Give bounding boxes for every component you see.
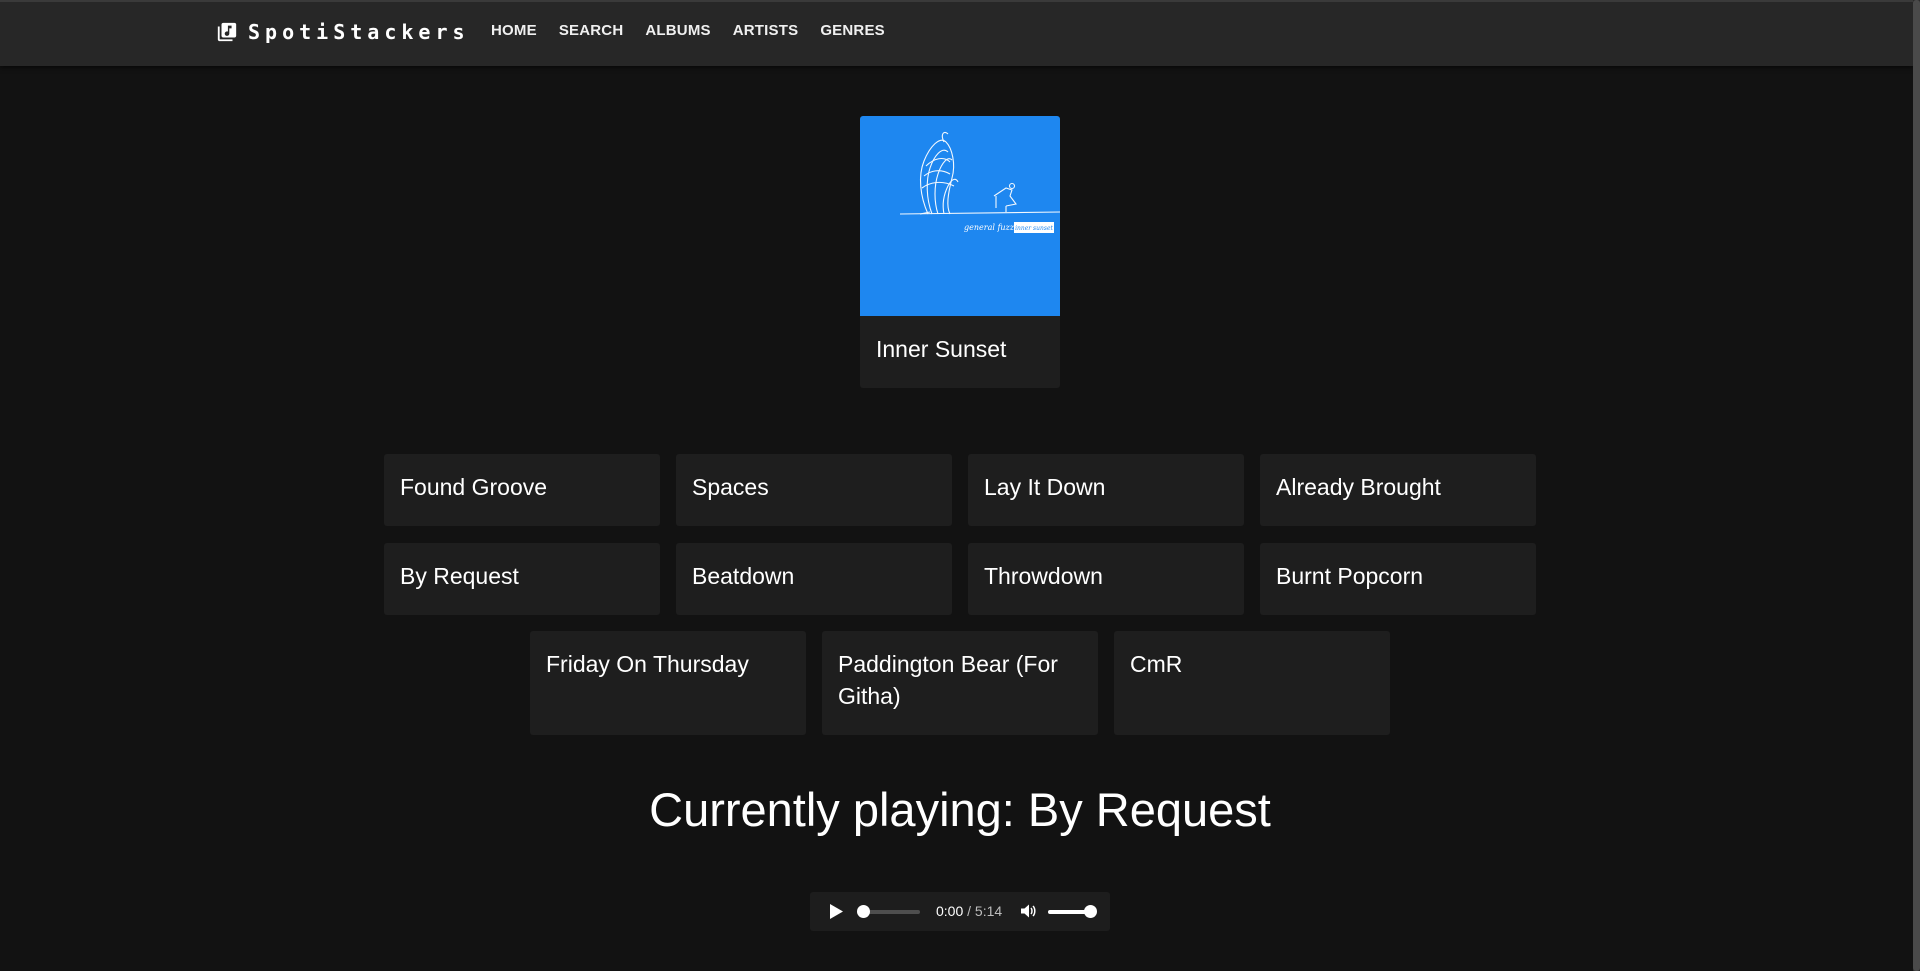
brand-name: SpotiStackers	[248, 20, 470, 44]
album-title: Inner Sunset	[876, 336, 1007, 362]
time-separator: /	[967, 903, 972, 919]
track-card[interactable]: Lay It Down	[968, 454, 1244, 526]
current-time: 0:00	[936, 903, 964, 919]
track-title: Throwdown	[984, 563, 1103, 589]
nav-albums[interactable]: ALBUMS	[645, 22, 710, 39]
track-card[interactable]: CmR	[1114, 631, 1390, 735]
nav-genres[interactable]: GENRES	[820, 22, 885, 39]
cover-title-text: inner sunset	[1015, 225, 1053, 232]
track-title: Found Groove	[400, 474, 548, 500]
track-card[interactable]: Already Brought	[1260, 454, 1536, 526]
track-title: By Request	[400, 563, 519, 589]
brand-logo[interactable]: SpotiStackers	[216, 20, 470, 44]
track-title: Spaces	[692, 474, 769, 500]
track-title: Burnt Popcorn	[1276, 563, 1424, 589]
track-card[interactable]: Found Groove	[384, 454, 660, 526]
track-title: CmR	[1130, 651, 1183, 677]
page: SpotiStackers HOME SEARCH ALBUMS ARTISTS…	[0, 0, 1920, 971]
track-title: Beatdown	[692, 563, 795, 589]
album-cover-art: general fuzz inner sunset	[860, 116, 1060, 316]
track-card[interactable]: Throwdown	[968, 543, 1244, 615]
time-display: 0:00 / 5:14	[936, 903, 1002, 919]
track-card[interactable]: Spaces	[676, 454, 952, 526]
track-card[interactable]: Paddington Bear (For Githa)	[822, 631, 1098, 735]
nav-search[interactable]: SEARCH	[559, 22, 624, 39]
album-cover-illustration: general fuzz inner sunset	[899, 131, 1060, 233]
main-nav: HOME SEARCH ALBUMS ARTISTS GENRES	[480, 22, 896, 39]
nav-home[interactable]: HOME	[491, 22, 537, 39]
scrollbar-thumb[interactable]	[1913, 0, 1920, 971]
cover-artist-text: general fuzz	[964, 223, 1015, 232]
album-card[interactable]: general fuzz inner sunset Inner Sunset	[860, 116, 1060, 388]
volume-icon[interactable]	[1019, 902, 1037, 920]
music-library-icon	[217, 22, 237, 42]
seek-handle[interactable]	[857, 905, 870, 918]
duration-time: 5:14	[974, 903, 1003, 919]
top-navbar: SpotiStackers HOME SEARCH ALBUMS ARTISTS…	[0, 0, 1913, 66]
track-card[interactable]: Beatdown	[676, 543, 952, 615]
track-card[interactable]: Friday On Thursday	[530, 631, 806, 735]
volume-handle[interactable]	[1084, 905, 1097, 918]
track-card[interactable]: By Request	[384, 543, 660, 615]
nav-artists[interactable]: ARTISTS	[733, 22, 799, 39]
track-title: Friday On Thursday	[546, 651, 749, 677]
play-icon[interactable]	[828, 903, 844, 920]
track-title: Lay It Down	[984, 474, 1106, 500]
track-title: Already Brought	[1276, 474, 1441, 500]
track-card[interactable]: Burnt Popcorn	[1260, 543, 1536, 615]
now-playing-heading: Currently playing: By Request	[649, 783, 1271, 836]
track-title: Paddington Bear (For Githa)	[838, 651, 1058, 709]
